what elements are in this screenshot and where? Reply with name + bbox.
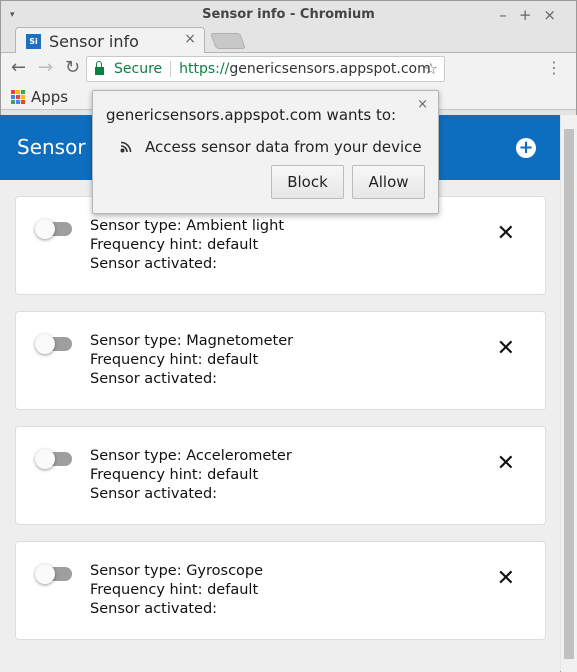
sensor-type: Sensor type: Gyroscope: [90, 563, 264, 579]
scrollbar-thumb[interactable]: [564, 129, 574, 659]
sensor-card: Sensor type: Accelerometer Frequency hin…: [15, 426, 546, 525]
favicon-icon: Si: [26, 33, 41, 49]
sensor-activated: Sensor activated:: [90, 256, 218, 272]
new-tab-button[interactable]: [210, 33, 246, 49]
remove-sensor-icon[interactable]: ✕: [497, 338, 515, 360]
tab-strip: Si Sensor info ×: [1, 27, 576, 54]
permission-popup: genericsensors.appspot.com wants to: × A…: [92, 90, 439, 214]
sensor-info: Sensor type: Accelerometer Frequency hin…: [90, 447, 292, 504]
permission-item: Access sensor data from your device: [120, 138, 422, 156]
menu-icon[interactable]: ⋮: [546, 58, 562, 77]
bookmark-star-icon[interactable]: ☆: [424, 59, 438, 78]
title-bar: ▾ Sensor info - Chromium –+×: [1, 1, 576, 27]
sensor-icon: [120, 141, 132, 153]
sensor-activated: Sensor activated:: [90, 601, 218, 617]
reload-icon[interactable]: ↻: [65, 57, 80, 78]
apps-bookmark[interactable]: Apps: [31, 88, 68, 106]
sensor-info: Sensor type: Ambient light Frequency hin…: [90, 217, 284, 274]
block-button[interactable]: Block: [271, 165, 344, 199]
tab-label: Sensor info: [49, 31, 139, 51]
sensor-activated: Sensor activated:: [90, 486, 218, 502]
remove-sensor-icon[interactable]: ✕: [497, 568, 515, 590]
apps-grid-icon: [11, 90, 25, 104]
sensor-activated: Sensor activated:: [90, 371, 218, 387]
back-icon[interactable]: ←: [11, 57, 26, 78]
sensor-card: Sensor type: Gyroscope Frequency hint: d…: [15, 541, 546, 640]
remove-sensor-icon[interactable]: ✕: [497, 223, 515, 245]
sensor-toggle[interactable]: [35, 219, 72, 239]
url-host: genericsensors.appspot.com: [229, 61, 431, 77]
sensor-card: Sensor type: Magnetometer Frequency hint…: [15, 311, 546, 410]
popup-title: genericsensors.appspot.com wants to:: [106, 106, 397, 124]
lock-icon: [95, 61, 104, 75]
sensor-toggle[interactable]: [35, 564, 72, 584]
window-menu-icon[interactable]: ▾: [10, 1, 15, 29]
window-controls[interactable]: –+×: [499, 1, 568, 29]
remove-sensor-icon[interactable]: ✕: [497, 453, 515, 475]
sensor-info: Sensor type: Magnetometer Frequency hint…: [90, 332, 293, 389]
tab-sensor-info[interactable]: Si Sensor info ×: [15, 27, 205, 54]
sensor-type: Sensor type: Ambient light: [90, 218, 285, 234]
sensor-toggle[interactable]: [35, 449, 72, 469]
window-title: Sensor info - Chromium: [202, 7, 375, 22]
allow-button[interactable]: Allow: [352, 165, 425, 199]
address-bar[interactable]: Secure https://genericsensors.appspot.co…: [86, 56, 445, 82]
sensor-toggle[interactable]: [35, 334, 72, 354]
scrollbar[interactable]: [561, 115, 577, 672]
sensor-type: Sensor type: Magnetometer: [90, 333, 294, 349]
frequency-hint: Frequency hint: default: [90, 352, 259, 368]
frequency-hint: Frequency hint: default: [90, 237, 259, 253]
toolbar: ← → ↻ Secure https://genericsensors.apps…: [1, 53, 576, 85]
frequency-hint: Frequency hint: default: [90, 467, 259, 483]
sensor-type: Sensor type: Accelerometer: [90, 448, 292, 464]
add-sensor-button[interactable]: +: [516, 138, 536, 158]
tab-close-icon[interactable]: ×: [184, 31, 196, 47]
permission-text: Access sensor data from your device: [145, 138, 422, 156]
secure-label: Secure: [114, 61, 172, 77]
url-scheme: https://: [179, 61, 230, 77]
frequency-hint: Frequency hint: default: [90, 582, 259, 598]
forward-icon[interactable]: →: [38, 57, 53, 78]
sensor-info: Sensor type: Gyroscope Frequency hint: d…: [90, 562, 263, 619]
popup-close-icon[interactable]: ×: [417, 97, 428, 112]
